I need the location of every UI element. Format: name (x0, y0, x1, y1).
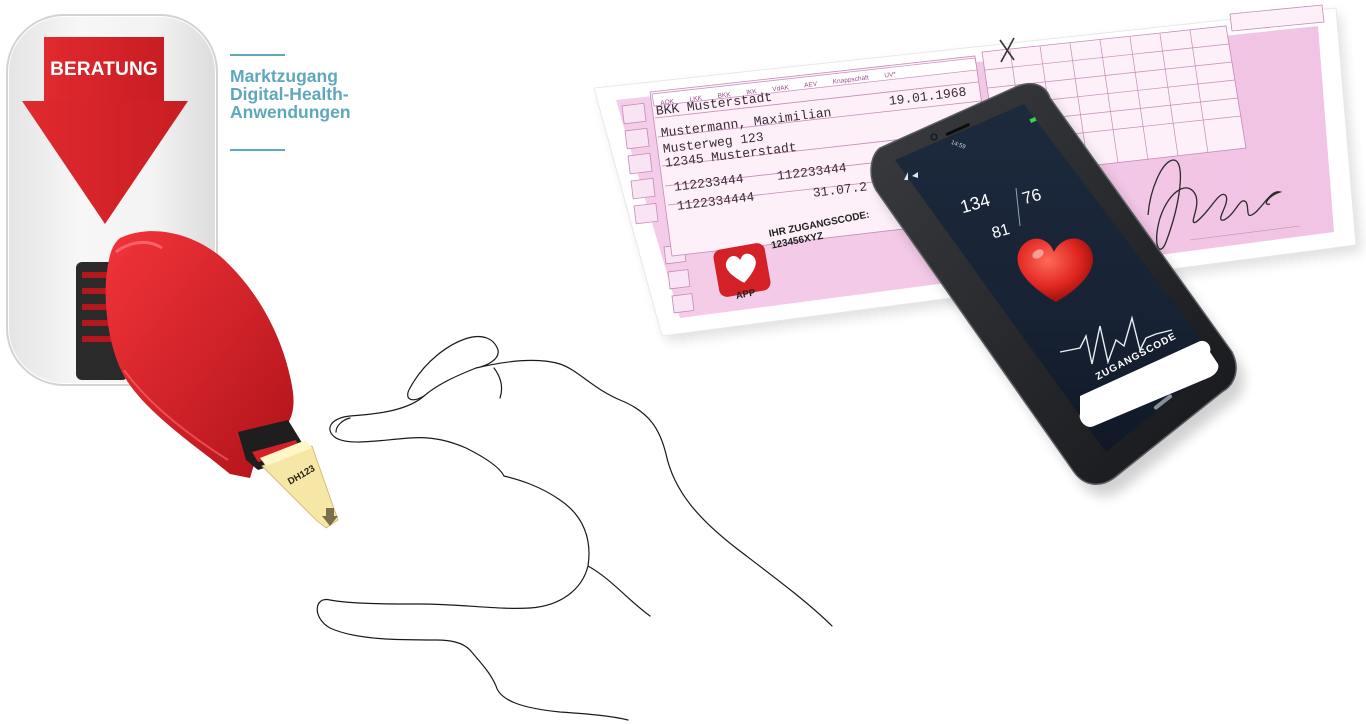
tape-dispenser (76, 231, 339, 529)
heading-line-2: Digital-Health- (230, 84, 349, 104)
heading-rule-top (230, 54, 285, 56)
insurer-uv: UV* (883, 71, 897, 80)
beratung-label: BERATUNG (50, 59, 158, 80)
heading-line-3: Anwendungen (230, 102, 351, 122)
hand-outline (316, 335, 833, 721)
heading: Marktzugang Digital-Health- Anwendungen (230, 67, 351, 121)
heading-rule-bottom (230, 149, 285, 151)
illustration: BERATUNG Marktzugang Digital-Health- Anw… (0, 0, 1366, 724)
heading-line-1: Marktzugang (230, 66, 338, 86)
